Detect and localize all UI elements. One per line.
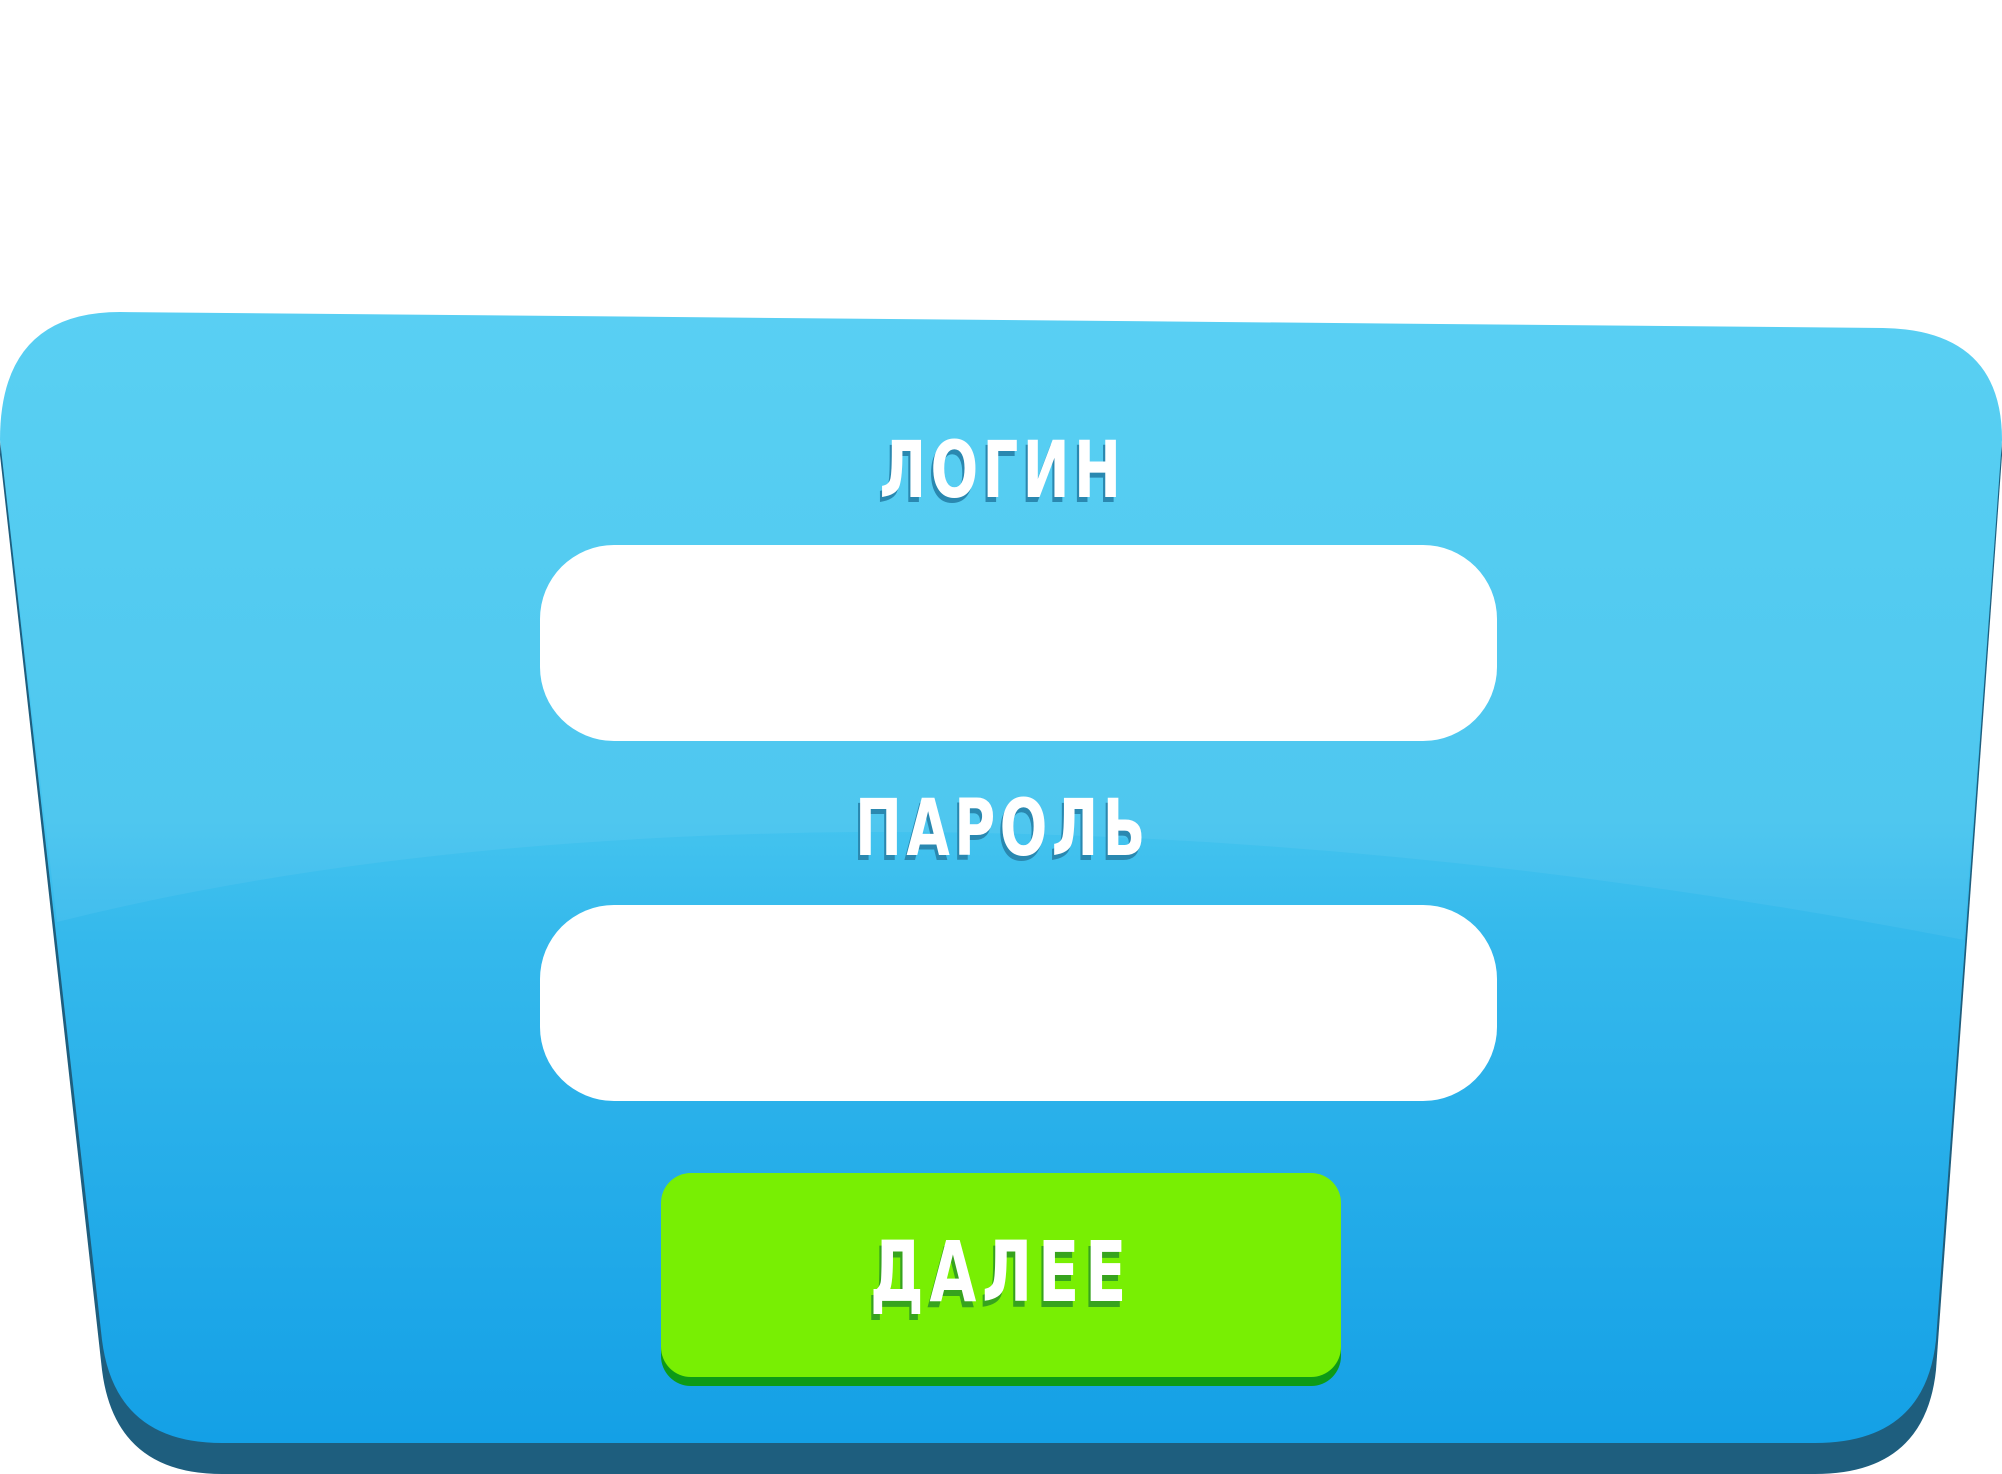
login-input[interactable] [540, 545, 1497, 741]
login-label: ЛОГИН [879, 426, 1126, 516]
login-screen: ЛОГИН ПАРОЛЬ ДАЛЕЕ [0, 0, 2002, 1474]
password-label: ПАРОЛЬ [855, 784, 1150, 874]
next-button-label: ДАЛЕЕ [869, 1223, 1133, 1321]
password-input[interactable] [540, 905, 1497, 1101]
next-button[interactable]: ДАЛЕЕ [661, 1173, 1341, 1377]
